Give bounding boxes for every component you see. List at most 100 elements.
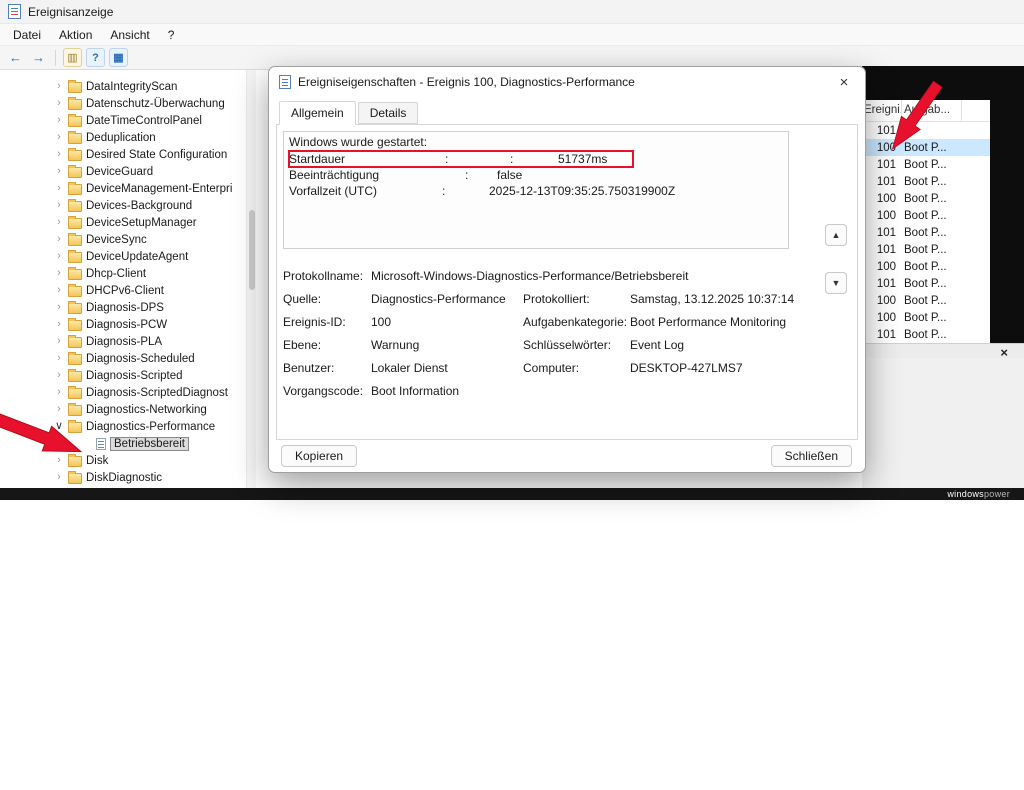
chevron-right-icon[interactable]: › xyxy=(54,234,64,245)
event-task-cell: Boot P... xyxy=(904,243,947,256)
menu-item-aktion[interactable]: Aktion xyxy=(50,25,101,45)
event-row[interactable]: 101 Boot P... xyxy=(862,275,990,292)
tree-view: › DataIntegrityScan › Datenschutz-Überwachu… xyxy=(0,70,256,488)
chevron-right-icon[interactable]: › xyxy=(54,285,64,296)
tab-allgemein[interactable]: Allgemein xyxy=(279,101,356,125)
tree-item-label: Diagnosis-Scripted xyxy=(86,369,183,382)
event-row[interactable]: 100 Boot P... xyxy=(862,292,990,309)
event-id-cell: 100 xyxy=(876,294,896,307)
copy-button[interactable]: Kopieren xyxy=(281,445,358,467)
event-id-cell: 101 xyxy=(876,277,896,290)
field-label: Benutzer: xyxy=(283,360,335,375)
tab-details[interactable]: Details xyxy=(357,102,419,124)
chevron-right-icon[interactable]: › xyxy=(54,268,64,279)
tree-item-dhcpv6-client[interactable]: › DHCPv6-Client xyxy=(0,282,255,299)
tree-item-deviceguard[interactable]: › DeviceGuard xyxy=(0,163,255,180)
tree-item-datenschutz-berwachung[interactable]: › Datenschutz-Überwachung xyxy=(0,95,255,112)
description-label: Vorfallzeit (UTC) xyxy=(289,183,378,198)
tree-item-diagnostics-networking[interactable]: › Diagnostics-Networking xyxy=(0,401,255,418)
tree-item-diagnosis-pla[interactable]: › Diagnosis-PLA xyxy=(0,333,255,350)
chevron-right-icon[interactable]: › xyxy=(54,387,64,398)
chevron-right-icon[interactable]: › xyxy=(54,200,64,211)
event-id-cell: 101 xyxy=(876,124,896,137)
tree-item-deduplication[interactable]: › Deduplication xyxy=(0,129,255,146)
event-row[interactable]: 100 Boot P... xyxy=(862,309,990,326)
tree-item-diagnostics-performance[interactable]: ∨ Diagnostics-Performance xyxy=(0,418,255,435)
event-row[interactable]: 100 Boot P... xyxy=(862,207,990,224)
chevron-right-icon[interactable]: › xyxy=(54,149,64,160)
chevron-right-icon[interactable]: › xyxy=(54,166,64,177)
folder-icon xyxy=(68,147,82,161)
chevron-right-icon[interactable]: › xyxy=(54,319,64,330)
chevron-right-icon[interactable]: › xyxy=(54,404,64,415)
folder-icon xyxy=(68,385,82,399)
tree-item-diagnosis-scheduled[interactable]: › Diagnosis-Scheduled xyxy=(0,350,255,367)
event-log-icon xyxy=(96,437,106,450)
tree-item-diagnosis-pcw[interactable]: › Diagnosis-PCW xyxy=(0,316,255,333)
tree-item-dhcp-client[interactable]: › Dhcp-Client xyxy=(0,265,255,282)
tree-item-desired-state-configuration[interactable]: › Desired State Configuration xyxy=(0,146,255,163)
chevron-right-icon[interactable]: › xyxy=(54,132,64,143)
previous-event-button[interactable]: ▲ xyxy=(825,224,847,246)
field-label: Schlüsselwörter: xyxy=(523,337,612,352)
tree-item-deviceupdateagent[interactable]: › DeviceUpdateAgent xyxy=(0,248,255,265)
event-row[interactable]: 101 Boot P... xyxy=(862,241,990,258)
chevron-right-icon[interactable]: › xyxy=(54,115,64,126)
menu-item-[interactable]: ? xyxy=(159,25,184,45)
description-value: false xyxy=(497,167,523,182)
description-colon: : xyxy=(442,183,446,198)
forward-icon[interactable]: → xyxy=(29,48,48,67)
tree-item-diskdiagnostic[interactable]: › DiskDiagnostic xyxy=(0,469,255,486)
tree-item-devicesync[interactable]: › DeviceSync xyxy=(0,231,255,248)
column-header-aufgab[interactable]: Aufgab... xyxy=(902,100,962,121)
dialog-title: Ereigniseigenschaften - Ereignis 100, Di… xyxy=(298,75,635,89)
back-icon[interactable]: ← xyxy=(6,48,25,67)
tree-item-disk[interactable]: › Disk xyxy=(0,452,255,469)
watermark-part1: windows xyxy=(947,489,984,499)
chevron-right-icon[interactable]: › xyxy=(54,302,64,313)
tree-item-betriebsbereit[interactable]: Betriebsbereit xyxy=(0,435,255,452)
chevron-right-icon[interactable]: › xyxy=(54,98,64,109)
chevron-right-icon[interactable]: › xyxy=(54,472,64,483)
chevron-right-icon[interactable]: › xyxy=(54,353,64,364)
tree-item-diagnosis-scripted[interactable]: › Diagnosis-Scripted xyxy=(0,367,255,384)
tree-item-diagnosis-dps[interactable]: › Diagnosis-DPS xyxy=(0,299,255,316)
event-row[interactable]: 101 Boot P... xyxy=(862,326,990,343)
tree-item-datetimecontrolpanel[interactable]: › DateTimeControlPanel xyxy=(0,112,255,129)
show-console-tree-icon[interactable]: ▥ xyxy=(63,48,82,67)
help-icon[interactable]: ? xyxy=(86,48,105,67)
tree-item-diagnosis-scripteddiagnost[interactable]: › Diagnosis-ScriptedDiagnost xyxy=(0,384,255,401)
chevron-right-icon[interactable]: › xyxy=(54,251,64,262)
chevron-right-icon[interactable]: › xyxy=(54,217,64,228)
folder-icon xyxy=(68,164,82,178)
column-header-ereigni[interactable]: Ereigni... xyxy=(862,100,902,121)
event-row[interactable]: 100 Boot P... xyxy=(862,139,990,156)
tree-item-devicesetupmanager[interactable]: › DeviceSetupManager xyxy=(0,214,255,231)
event-row[interactable]: 101 Boot P... xyxy=(862,224,990,241)
tree-scrollbar[interactable] xyxy=(246,70,256,488)
menu-item-datei[interactable]: Datei xyxy=(4,25,50,45)
dialog-close-icon[interactable]: × xyxy=(827,69,861,95)
folder-icon xyxy=(68,266,82,280)
event-row[interactable]: 101 Boot P... xyxy=(862,173,990,190)
help-topics-icon[interactable]: ▦ xyxy=(109,48,128,67)
event-row[interactable]: 101 Boot P... xyxy=(862,156,990,173)
menu-bar: Datei Aktion Ansicht? xyxy=(0,24,1024,46)
chevron-right-icon[interactable]: › xyxy=(54,183,64,194)
close-button[interactable]: Schließen xyxy=(770,445,852,467)
tree-item-devices-background[interactable]: › Devices-Background xyxy=(0,197,255,214)
event-row[interactable]: 100 Boot P... xyxy=(862,190,990,207)
chevron-right-icon[interactable]: › xyxy=(54,81,64,92)
tree-item-devicemanagement-enterpri[interactable]: › DeviceManagement-Enterpri xyxy=(0,180,255,197)
chevron-right-icon[interactable]: › xyxy=(54,370,64,381)
chevron-right-icon[interactable]: › xyxy=(54,455,64,466)
chevron-down-icon[interactable]: ∨ xyxy=(54,421,64,432)
tree-item-dataintegrityscan[interactable]: › DataIntegrityScan xyxy=(0,78,255,95)
event-row[interactable]: 100 Boot P... xyxy=(862,258,990,275)
event-row[interactable]: 101 xyxy=(862,122,990,139)
folder-icon xyxy=(68,198,82,212)
chevron-right-icon[interactable]: › xyxy=(54,336,64,347)
field-value: Microsoft-Windows-Diagnostics-Performanc… xyxy=(371,268,689,283)
menu-item-ansicht[interactable]: Ansicht xyxy=(101,25,158,45)
scrollbar-thumb[interactable] xyxy=(249,210,255,290)
